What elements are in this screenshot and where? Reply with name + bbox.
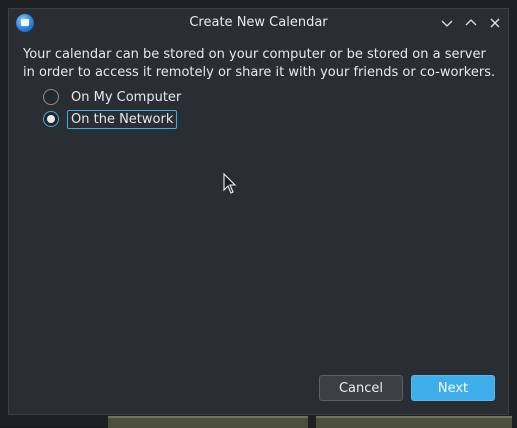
window-title: Create New Calendar <box>189 15 328 30</box>
option-on-the-network[interactable]: On the Network <box>43 109 178 129</box>
mouse-pointer-icon <box>223 173 237 194</box>
radio-button[interactable] <box>43 89 59 105</box>
close-icon <box>490 18 500 28</box>
minimize-button[interactable] <box>437 13 457 33</box>
background-window-strip <box>316 416 512 428</box>
background-window-strip <box>108 416 308 428</box>
storage-description: Your calendar can be stored on your comp… <box>23 47 496 80</box>
create-calendar-dialog: Create New Calendar Your calendar can be… <box>8 8 509 415</box>
option-on-my-computer[interactable]: On My Computer <box>43 87 185 107</box>
next-button[interactable]: Next <box>411 375 495 401</box>
option-label[interactable]: On the Network <box>67 109 178 129</box>
chevron-down-icon <box>441 20 453 27</box>
chevron-up-icon <box>465 19 477 26</box>
close-button[interactable] <box>485 13 505 33</box>
cancel-button[interactable]: Cancel <box>319 375 403 401</box>
title-bar[interactable]: Create New Calendar <box>9 9 508 37</box>
maximize-button[interactable] <box>461 13 481 33</box>
option-label[interactable]: On My Computer <box>67 88 185 107</box>
radio-button-selected[interactable] <box>43 111 59 127</box>
